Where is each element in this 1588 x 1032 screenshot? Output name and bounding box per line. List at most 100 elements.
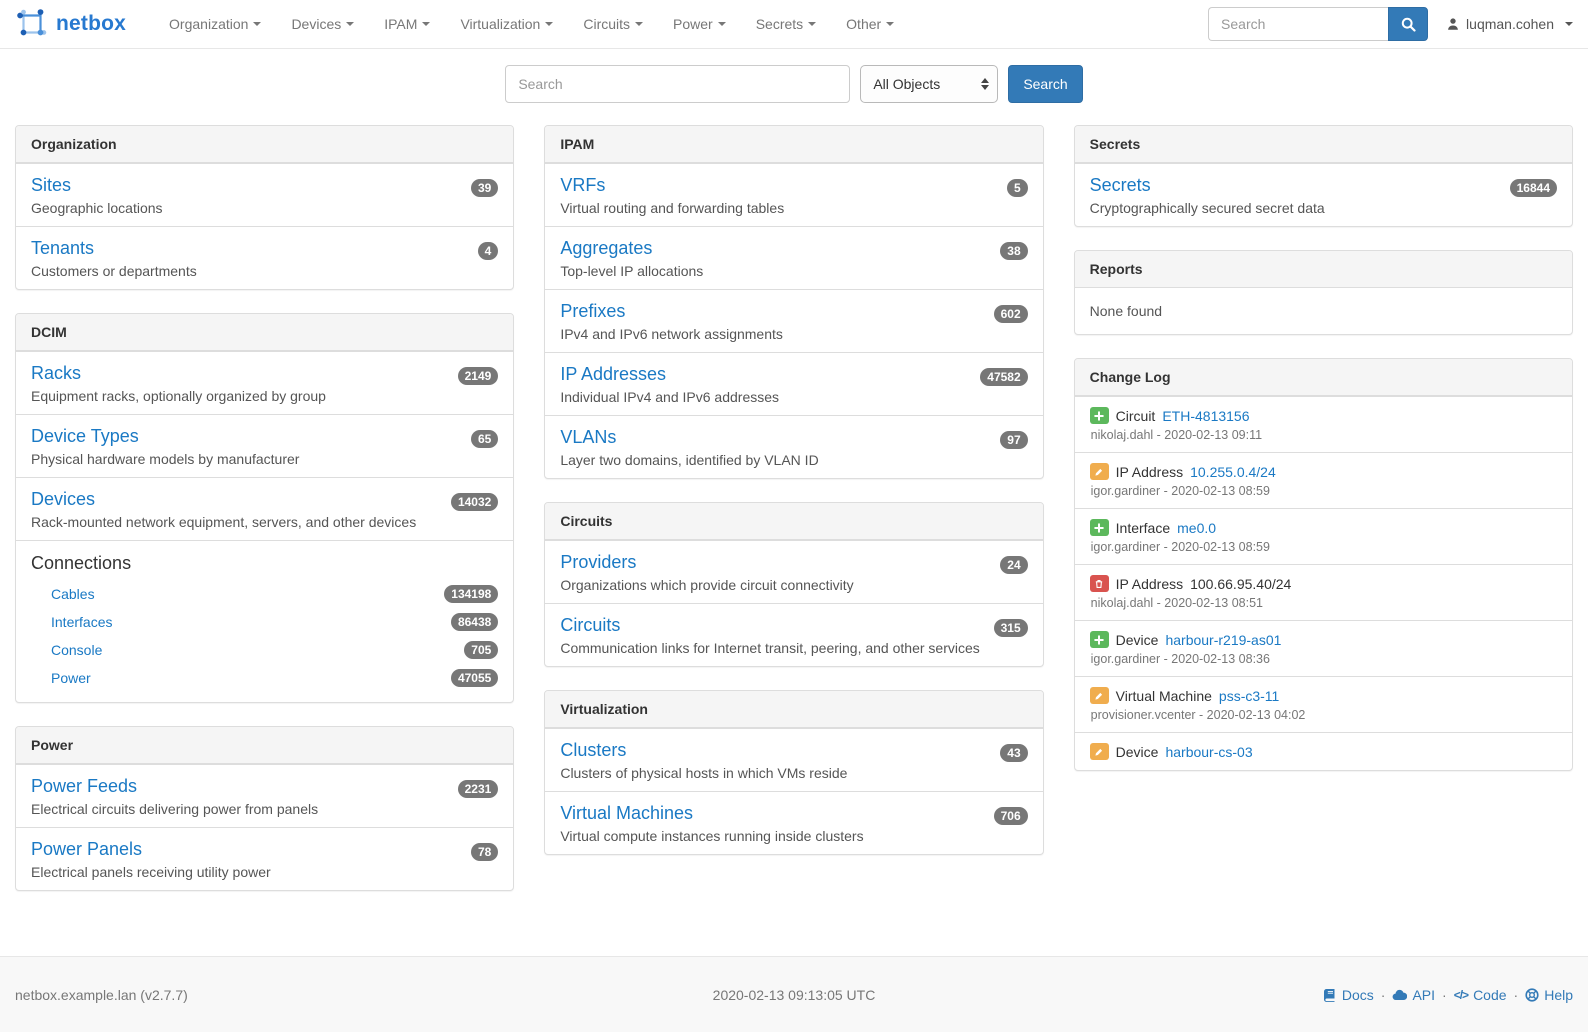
power-feeds-link[interactable]: Power Feeds: [31, 776, 137, 796]
search-icon: [1401, 17, 1416, 32]
item-description: Electrical panels receiving utility powe…: [31, 864, 498, 880]
navbar-search-input[interactable]: [1208, 7, 1388, 41]
code-link[interactable]: </> Code: [1454, 987, 1507, 1003]
navbar-search-button[interactable]: [1388, 7, 1428, 41]
api-link[interactable]: API: [1392, 987, 1435, 1003]
item-description: Customers or departments: [31, 263, 498, 279]
racks-link[interactable]: Racks: [31, 363, 81, 383]
brand-name: netbox: [56, 12, 126, 36]
panel-title: Circuits: [545, 503, 1042, 540]
count-badge: 705: [464, 641, 498, 659]
vlans-link[interactable]: VLANs: [560, 427, 616, 447]
nav-circuits[interactable]: Circuits: [568, 0, 658, 49]
panel-reports: Reports None found: [1074, 250, 1573, 335]
changelog-object-link[interactable]: harbour-cs-03: [1165, 744, 1252, 760]
column-right: Secrets 16844 Secrets Cryptographically …: [1074, 125, 1573, 794]
changelog-meta: igor.gardiner - 2020-02-13 08:59: [1091, 540, 1557, 554]
panel-title: Virtualization: [545, 691, 1042, 728]
changelog-meta: igor.gardiner - 2020-02-13 08:59: [1091, 484, 1557, 498]
connection-row: 134198 Cables: [31, 580, 498, 608]
clusters-link[interactable]: Clusters: [560, 740, 626, 760]
list-item: 602 Prefixes IPv4 and IPv6 network assig…: [545, 289, 1042, 352]
circuits-link[interactable]: Circuits: [560, 615, 620, 635]
nav-organization[interactable]: Organization: [154, 0, 276, 49]
list-item: 14032 Devices Rack-mounted network equip…: [16, 477, 513, 540]
global-search-button[interactable]: Search: [1008, 65, 1082, 103]
netbox-brand[interactable]: netbox: [15, 7, 126, 41]
changelog-meta: nikolaj.dahl - 2020-02-13 09:11: [1091, 428, 1557, 442]
footer: netbox.example.lan (v2.7.7) 2020-02-13 0…: [0, 956, 1588, 1032]
panel-ipam: IPAM 5 VRFs Virtual routing and forwardi…: [544, 125, 1043, 479]
changelog-entry: Device harbour-cs-03: [1075, 732, 1572, 770]
aggregates-link[interactable]: Aggregates: [560, 238, 652, 258]
console-link[interactable]: Console: [51, 642, 102, 658]
changelog-object-link[interactable]: harbour-r219-as01: [1165, 632, 1281, 648]
changelog-entry: IP Address 10.255.0.4/24 igor.gardiner -…: [1075, 452, 1572, 508]
changelog-meta: provisioner.vcenter - 2020-02-13 04:02: [1091, 708, 1557, 722]
add-icon: [1090, 519, 1109, 536]
docs-link[interactable]: Docs: [1323, 987, 1374, 1003]
changelog-object-type: IP Address: [1116, 464, 1183, 480]
vrfs-link[interactable]: VRFs: [560, 175, 605, 195]
global-search-input[interactable]: [505, 65, 850, 103]
cables-link[interactable]: Cables: [51, 586, 95, 602]
column-left: Organization 39 Sites Geographic locatio…: [15, 125, 514, 914]
providers-link[interactable]: Providers: [560, 552, 636, 572]
list-item: 65 Device Types Physical hardware models…: [16, 414, 513, 477]
count-badge: 47055: [451, 669, 498, 687]
ip-addresses-link[interactable]: IP Addresses: [560, 364, 666, 384]
changelog-object-link[interactable]: ETH-4813156: [1162, 408, 1249, 424]
list-item: 2231 Power Feeds Electrical circuits del…: [16, 764, 513, 827]
count-badge: 24: [1000, 556, 1027, 574]
count-badge: 315: [994, 619, 1028, 637]
secrets-link[interactable]: Secrets: [1090, 175, 1151, 195]
object-type-selected: All Objects: [873, 76, 940, 92]
changelog-object-link[interactable]: 10.255.0.4/24: [1190, 464, 1276, 480]
interfaces-link[interactable]: Interfaces: [51, 614, 112, 630]
tenants-link[interactable]: Tenants: [31, 238, 94, 258]
user-menu[interactable]: luqman.cohen: [1446, 16, 1573, 32]
panel-title: Secrets: [1075, 126, 1572, 163]
nav-virtualization[interactable]: Virtualization: [445, 0, 568, 49]
edit-icon: [1090, 687, 1109, 704]
item-description: Individual IPv4 and IPv6 addresses: [560, 389, 1027, 405]
nav-other[interactable]: Other: [831, 0, 909, 49]
book-icon: [1323, 988, 1337, 1002]
nav-power[interactable]: Power: [658, 0, 741, 49]
device-types-link[interactable]: Device Types: [31, 426, 139, 446]
power-connections-link[interactable]: Power: [51, 670, 91, 686]
list-item: 39 Sites Geographic locations: [16, 163, 513, 226]
changelog-object-link[interactable]: pss-c3-11: [1219, 688, 1279, 704]
changelog-object-link[interactable]: me0.0: [1177, 520, 1216, 536]
panel-secrets: Secrets 16844 Secrets Cryptographically …: [1074, 125, 1573, 227]
changelog-entry: Virtual Machine pss-c3-11 provisioner.vc…: [1075, 676, 1572, 732]
power-panels-link[interactable]: Power Panels: [31, 839, 142, 859]
prefixes-link[interactable]: Prefixes: [560, 301, 625, 321]
item-description: Electrical circuits delivering power fro…: [31, 801, 498, 817]
global-search-bar: All Objects Search: [0, 49, 1588, 123]
nav-secrets[interactable]: Secrets: [741, 0, 831, 49]
list-item: 2149 Racks Equipment racks, optionally o…: [16, 351, 513, 414]
changelog-entry: IP Address 100.66.95.40/24 nikolaj.dahl …: [1075, 564, 1572, 620]
help-link[interactable]: Help: [1525, 987, 1573, 1003]
count-badge: 2231: [458, 780, 499, 798]
devices-link[interactable]: Devices: [31, 489, 95, 509]
netbox-logo-icon: [15, 7, 49, 41]
panel-virtualization: Virtualization 43 Clusters Clusters of p…: [544, 690, 1043, 855]
count-badge: 47582: [980, 368, 1027, 386]
object-type-select[interactable]: All Objects: [860, 65, 998, 103]
item-description: Top-level IP allocations: [560, 263, 1027, 279]
chevron-down-icon: [808, 22, 816, 26]
sites-link[interactable]: Sites: [31, 175, 71, 195]
chevron-down-icon: [422, 22, 430, 26]
virtual-machines-link[interactable]: Virtual Machines: [560, 803, 693, 823]
count-badge: 97: [1000, 431, 1027, 449]
count-badge: 706: [994, 807, 1028, 825]
nav-ipam[interactable]: IPAM: [369, 0, 445, 49]
nav-devices[interactable]: Devices: [276, 0, 369, 49]
top-navbar: netbox Organization Devices IPAM Virtual…: [0, 0, 1588, 49]
list-item: 38 Aggregates Top-level IP allocations: [545, 226, 1042, 289]
panel-title: Change Log: [1075, 359, 1572, 396]
cloud-icon: [1392, 989, 1407, 1001]
panel-organization: Organization 39 Sites Geographic locatio…: [15, 125, 514, 290]
